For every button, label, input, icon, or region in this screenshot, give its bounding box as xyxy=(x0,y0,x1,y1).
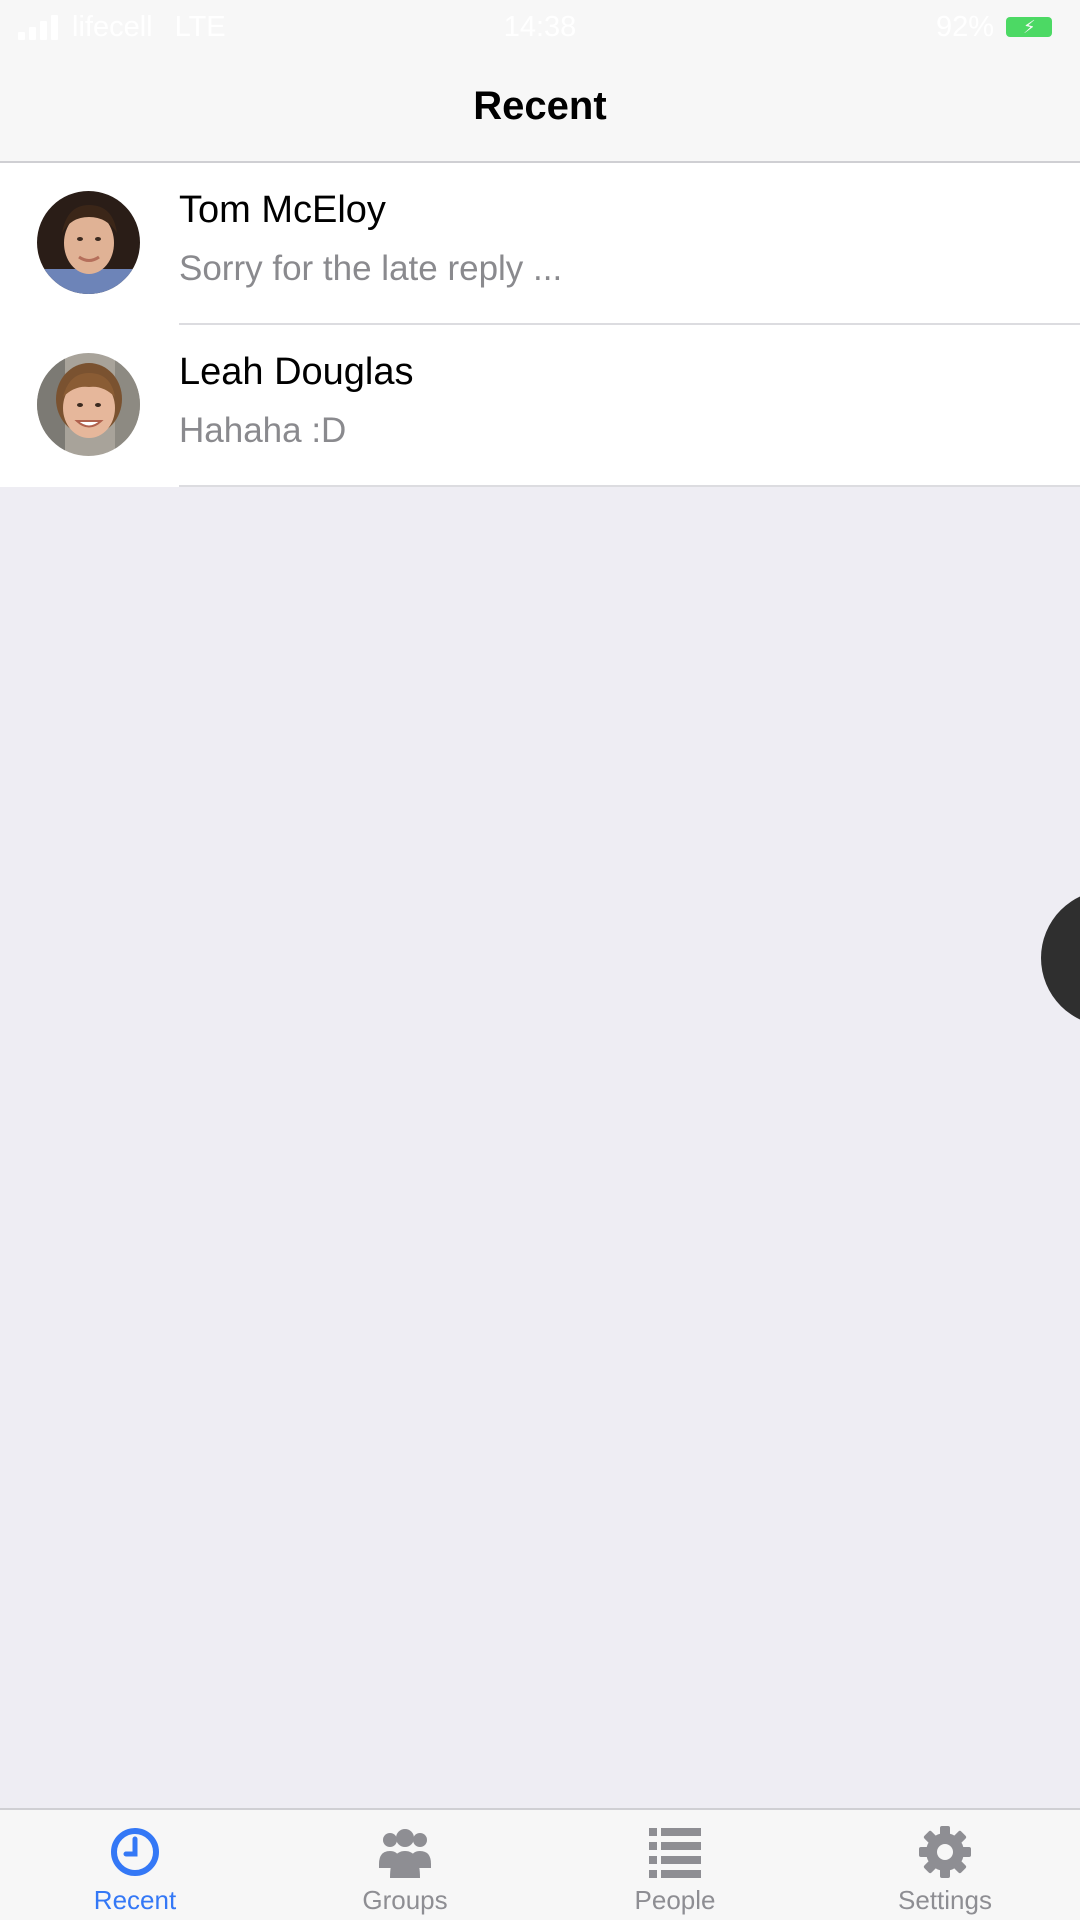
tab-label: People xyxy=(634,1885,716,1915)
avatar xyxy=(37,191,140,294)
chat-row-tom-mceloy[interactable]: Tom McEloy Sorry for the late reply ... xyxy=(0,163,1080,325)
nav-bar: Recent xyxy=(0,54,1080,163)
message-preview: Hahaha :D xyxy=(179,411,347,450)
screen: lifecell LTE 14:38 92% ⚡ Recent Tom McEl… xyxy=(0,0,1080,1920)
battery-percent: 92% xyxy=(935,11,994,43)
tab-people[interactable]: People xyxy=(540,1810,810,1920)
tab-settings[interactable]: Settings xyxy=(810,1810,1080,1920)
chat-list: Tom McEloy Sorry for the late reply ... … xyxy=(0,163,1080,487)
tab-label: Settings xyxy=(898,1885,992,1915)
battery-icon: ⚡ xyxy=(1006,17,1052,37)
status-time: 14:38 xyxy=(503,11,577,43)
gear-icon xyxy=(919,1826,971,1878)
list-icon xyxy=(649,1828,701,1878)
tab-recent[interactable]: Recent xyxy=(0,1810,270,1920)
contact-name: Tom McEloy xyxy=(179,189,386,231)
message-preview: Sorry for the late reply ... xyxy=(179,249,563,288)
page-title: Recent xyxy=(473,84,607,128)
tab-label: Groups xyxy=(362,1885,448,1915)
group-icon xyxy=(379,1829,431,1878)
status-right: 92% ⚡ xyxy=(936,0,1052,54)
floating-handle[interactable] xyxy=(1041,890,1080,1026)
status-bar: lifecell LTE 14:38 92% ⚡ xyxy=(0,0,1080,54)
tab-label: Recent xyxy=(93,1885,177,1915)
avatar xyxy=(37,353,140,456)
clock-icon xyxy=(111,1828,159,1876)
tab-groups[interactable]: Groups xyxy=(270,1810,540,1920)
contact-name: Leah Douglas xyxy=(179,351,414,393)
chat-row-leah-douglas[interactable]: Leah Douglas Hahaha :D xyxy=(0,325,1080,487)
tab-bar: Recent Groups People Settings xyxy=(0,1808,1080,1920)
